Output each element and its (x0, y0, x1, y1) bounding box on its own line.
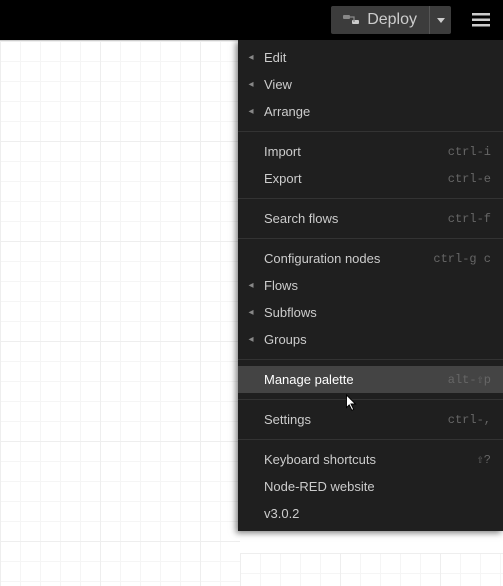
deploy-button-main[interactable]: Deploy (331, 6, 429, 34)
menu-item-label: Configuration nodes (258, 251, 433, 266)
menu-item-groups[interactable]: ◂Groups (238, 326, 503, 353)
menu-item-configuration-nodes[interactable]: Configuration nodesctrl-g c (238, 245, 503, 272)
menu-separator (238, 238, 503, 239)
menu-item-label: Subflows (258, 305, 491, 320)
menu-item-label: Keyboard shortcuts (258, 452, 477, 467)
menu-separator (238, 439, 503, 440)
topbar: Deploy (0, 0, 503, 40)
menu-item-import[interactable]: Importctrl-i (238, 138, 503, 165)
submenu-arrow-icon: ◂ (244, 280, 258, 291)
menu-item-node-red-website[interactable]: Node-RED website (238, 473, 503, 500)
menu-item-label: Settings (258, 412, 448, 427)
menu-item-label: Import (258, 144, 448, 159)
submenu-arrow-icon: ◂ (244, 334, 258, 345)
submenu-arrow-icon: ◂ (244, 307, 258, 318)
menu-item-label: Edit (258, 50, 491, 65)
submenu-arrow-icon: ◂ (244, 79, 258, 90)
menu-separator (238, 198, 503, 199)
menu-item-label: Search flows (258, 211, 448, 226)
submenu-arrow-icon: ◂ (244, 52, 258, 63)
menu-item-view[interactable]: ◂View (238, 71, 503, 98)
menu-item-keyboard-shortcuts[interactable]: Keyboard shortcuts⇧? (238, 446, 503, 473)
menu-item-edit[interactable]: ◂Edit (238, 44, 503, 71)
hamburger-menu-icon[interactable] (467, 6, 495, 34)
menu-item-shortcut: ctrl-e (448, 172, 491, 186)
menu-item-shortcut: ctrl-, (448, 413, 491, 427)
deploy-icon (343, 13, 359, 27)
submenu-arrow-icon: ◂ (244, 106, 258, 117)
menu-item-label: Node-RED website (258, 479, 491, 494)
menu-item-shortcut: ctrl-i (448, 145, 491, 159)
deploy-button[interactable]: Deploy (331, 6, 451, 34)
menu-item-export[interactable]: Exportctrl-e (238, 165, 503, 192)
menu-item-arrange[interactable]: ◂Arrange (238, 98, 503, 125)
menu-item-shortcut: alt-⇧p (448, 372, 491, 387)
deploy-label: Deploy (367, 11, 417, 29)
editor-canvas[interactable] (0, 40, 240, 586)
menu-item-settings[interactable]: Settingsctrl-, (238, 406, 503, 433)
menu-item-manage-palette[interactable]: Manage palettealt-⇧p (238, 366, 503, 393)
menu-item-label: View (258, 77, 491, 92)
menu-separator (238, 399, 503, 400)
menu-item-label: Manage palette (258, 372, 448, 387)
menu-item-subflows[interactable]: ◂Subflows (238, 299, 503, 326)
deploy-caret[interactable] (429, 6, 451, 34)
menu-separator (238, 359, 503, 360)
menu-item-shortcut: ⇧? (477, 452, 491, 467)
menu-item-label: v3.0.2 (258, 506, 491, 521)
menu-item-label: Export (258, 171, 448, 186)
menu-item-shortcut: ctrl-f (448, 212, 491, 226)
main-menu: ◂Edit◂View◂ArrangeImportctrl-iExportctrl… (238, 40, 503, 531)
menu-item-label: Groups (258, 332, 491, 347)
menu-item-label: Flows (258, 278, 491, 293)
menu-item-v3-0-2[interactable]: v3.0.2 (238, 500, 503, 527)
menu-item-flows[interactable]: ◂Flows (238, 272, 503, 299)
menu-item-shortcut: ctrl-g c (433, 252, 491, 266)
menu-item-label: Arrange (258, 104, 491, 119)
menu-item-search-flows[interactable]: Search flowsctrl-f (238, 205, 503, 232)
editor-canvas[interactable] (240, 553, 503, 586)
menu-separator (238, 131, 503, 132)
